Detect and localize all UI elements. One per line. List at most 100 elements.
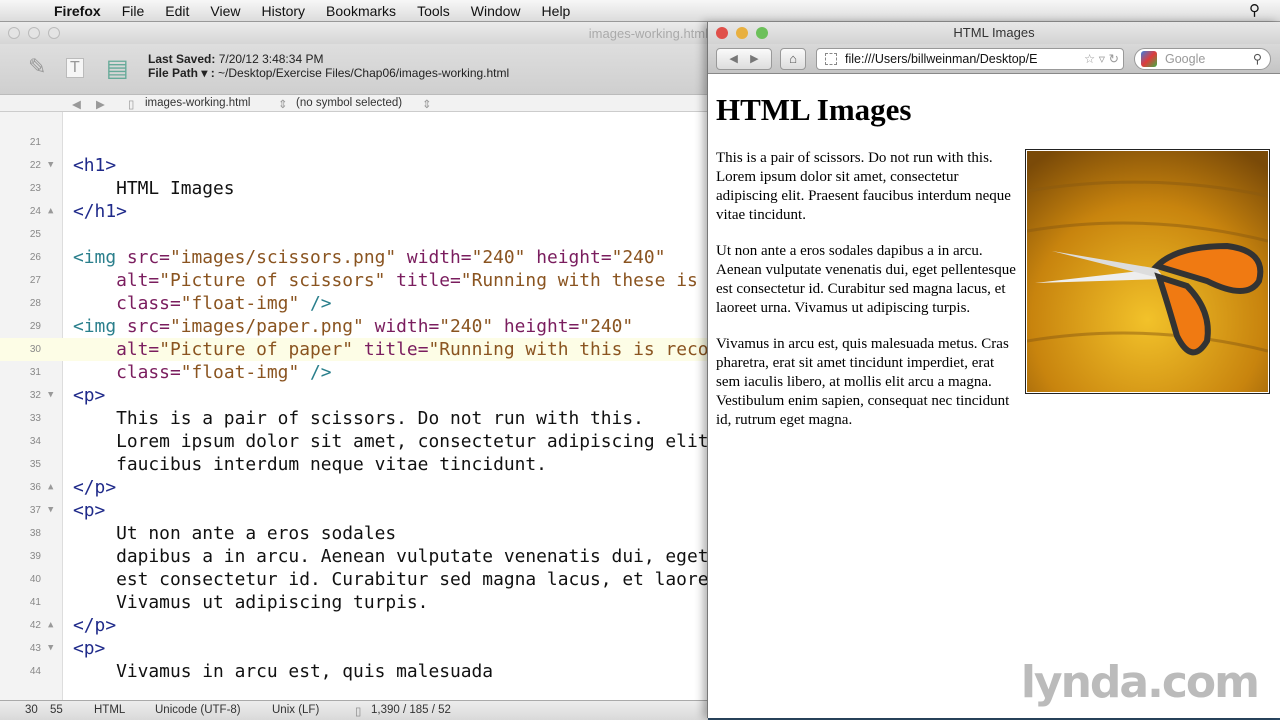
google-logo-icon[interactable] bbox=[1141, 51, 1157, 67]
menu-edit[interactable]: Edit bbox=[165, 3, 189, 19]
document-icon: ▯ bbox=[355, 706, 362, 718]
code-token-str: "Picture of paper" bbox=[159, 339, 364, 360]
code-line[interactable]: 25 bbox=[0, 223, 708, 246]
code-token-img: <img bbox=[73, 247, 127, 268]
code-line[interactable]: 37 ▼ <p> bbox=[0, 499, 708, 522]
code-token-text: This is a pair of scissors. Do not run w… bbox=[73, 408, 644, 429]
pencil-icon[interactable]: ✎ bbox=[28, 54, 46, 80]
code-token-text: Vivamus in arcu est, quis malesuada bbox=[73, 661, 494, 682]
code-area[interactable]: 21 22 ▼ <h1> 23 HTML Images 24 ▲ </h1> 25 26 <img … bbox=[0, 112, 708, 708]
code-line[interactable]: 26 <img src="images/scissors.png" width="… bbox=[0, 246, 708, 269]
menu-view[interactable]: View bbox=[210, 3, 240, 19]
code-line[interactable]: 38 Ut non ante a eros sodales bbox=[0, 522, 708, 545]
code-line[interactable]: 43 ▼ <p> bbox=[0, 637, 708, 660]
code-line[interactable]: 32 ▼ <p> bbox=[0, 384, 708, 407]
menu-app[interactable]: Firefox bbox=[54, 3, 101, 19]
code-token-str: "Running with these is bbox=[460, 270, 698, 291]
code-line[interactable]: 40 est consectetur id. Curabitur sed mag… bbox=[0, 568, 708, 591]
code-line[interactable]: 35 faucibus interdum neque vitae tincidu… bbox=[0, 453, 708, 476]
menu-tools[interactable]: Tools bbox=[417, 3, 450, 19]
syntax-selector[interactable]: HTML bbox=[94, 704, 125, 716]
reload-icon[interactable]: ↻ bbox=[1109, 52, 1119, 66]
bookmark-star-icon[interactable]: ☆ bbox=[1084, 52, 1095, 66]
scissors-image bbox=[1025, 149, 1270, 394]
code-line[interactable]: 27 alt="Picture of scissors" title="Runn… bbox=[0, 269, 708, 292]
code-line[interactable]: 34 Lorem ipsum dolor sit amet, consectet… bbox=[0, 430, 708, 453]
code-line[interactable]: 44 Vivamus in arcu est, quis malesuada bbox=[0, 660, 708, 683]
zoom-button[interactable] bbox=[48, 27, 60, 39]
fold-toggle-icon[interactable]: ▲ bbox=[48, 614, 53, 637]
code-line[interactable]: 24 ▲ </h1> bbox=[0, 200, 708, 223]
code-text: <img src="images/paper.png" width="240" … bbox=[73, 315, 633, 338]
code-token-tag: </h1> bbox=[73, 201, 127, 222]
code-line[interactable]: 23 HTML Images bbox=[0, 177, 708, 200]
close-button[interactable] bbox=[8, 27, 20, 39]
line-number: 38 bbox=[29, 528, 41, 539]
code-token-attr: title= bbox=[363, 339, 429, 360]
browser-window-title: HTML Images bbox=[953, 25, 1035, 40]
code-line[interactable]: 36 ▲ </p> bbox=[0, 476, 708, 499]
fold-toggle-icon[interactable]: ▲ bbox=[48, 200, 53, 223]
code-token-str: "240" bbox=[471, 247, 537, 268]
site-identity-icon[interactable] bbox=[825, 53, 837, 65]
menu-file[interactable]: File bbox=[122, 3, 145, 19]
close-button[interactable] bbox=[716, 27, 728, 39]
code-line[interactable]: 21 bbox=[0, 131, 708, 154]
browser-titlebar: HTML Images bbox=[708, 22, 1280, 44]
fold-toggle-icon[interactable]: ▼ bbox=[48, 499, 53, 522]
fold-toggle-icon[interactable]: ▼ bbox=[48, 384, 53, 407]
search-box[interactable]: Google ⚲ bbox=[1134, 48, 1271, 70]
code-token-attr: height= bbox=[503, 316, 580, 337]
code-line[interactable]: 29 <img src="images/paper.png" width="240… bbox=[0, 315, 708, 338]
code-token-attr: src= bbox=[126, 247, 170, 268]
menu-history[interactable]: History bbox=[261, 3, 305, 19]
code-text: HTML Images bbox=[73, 177, 235, 200]
forward-arrow-icon[interactable]: ▶ bbox=[96, 97, 105, 111]
minimize-button[interactable] bbox=[28, 27, 40, 39]
editor-window-title: images-working.html bbox=[588, 26, 708, 41]
fold-toggle-icon[interactable]: ▼ bbox=[48, 637, 53, 660]
back-arrow-icon[interactable]: ◀ bbox=[72, 97, 81, 111]
line-endings-selector[interactable]: Unix (LF) bbox=[272, 704, 319, 716]
text-format-icon[interactable]: T bbox=[66, 58, 84, 78]
url-text: file:///Users/billweinman/Desktop/E bbox=[845, 52, 1038, 66]
fold-toggle-icon[interactable]: ▲ bbox=[48, 476, 53, 499]
page-heading: HTML Images bbox=[716, 92, 912, 127]
file-path-value: ~/Desktop/Exercise Files/Chap06/images-w… bbox=[218, 66, 510, 80]
symbol-selector[interactable]: (no symbol selected) bbox=[296, 97, 402, 109]
code-line[interactable]: 42 ▲ </p> bbox=[0, 614, 708, 637]
code-line[interactable]: 33 This is a pair of scissors. Do not ru… bbox=[0, 407, 708, 430]
code-line[interactable]: 41 Vivamus ut adipiscing turpis. bbox=[0, 591, 708, 614]
code-token-str: "240" bbox=[611, 247, 666, 268]
line-number: 41 bbox=[29, 597, 41, 608]
menu-help[interactable]: Help bbox=[542, 3, 571, 19]
code-token-str: "240" bbox=[579, 316, 634, 337]
code-text: alt="Picture of paper" title="Running wi… bbox=[73, 338, 708, 361]
code-line[interactable]: 31 class="float-img" /> bbox=[0, 361, 708, 384]
minimize-button[interactable] bbox=[736, 27, 748, 39]
line-number: 43 bbox=[29, 643, 41, 654]
home-button[interactable]: ⌂ bbox=[780, 48, 806, 70]
menu-bookmarks[interactable]: Bookmarks bbox=[326, 3, 396, 19]
status-line: 30 bbox=[25, 704, 38, 716]
line-number: 36 bbox=[29, 482, 41, 493]
zoom-button[interactable] bbox=[756, 27, 768, 39]
code-line[interactable]: 22 ▼ <h1> bbox=[0, 154, 708, 177]
forward-icon[interactable]: ▶ bbox=[750, 53, 758, 65]
fold-toggle-icon[interactable]: ▼ bbox=[48, 154, 53, 177]
encoding-selector[interactable]: Unicode (UTF-8) bbox=[155, 704, 241, 716]
back-icon[interactable]: ◀ bbox=[729, 53, 737, 65]
url-bar[interactable]: file:///Users/billweinman/Desktop/E ☆ ▿ … bbox=[816, 48, 1124, 70]
file-path-label[interactable]: File Path ▾ : bbox=[148, 66, 215, 80]
dropdown-icon[interactable]: ▿ bbox=[1099, 52, 1105, 66]
file-selector[interactable]: images-working.html bbox=[145, 97, 250, 109]
menu-window[interactable]: Window bbox=[471, 3, 521, 19]
search-icon[interactable]: ⚲ bbox=[1253, 49, 1262, 69]
code-line[interactable]: 39 dapibus a in arcu. Aenean vulputate v… bbox=[0, 545, 708, 568]
code-line[interactable]: 28 class="float-img" /> bbox=[0, 292, 708, 315]
spotlight-search-icon[interactable]: ⚲ bbox=[1249, 1, 1260, 19]
back-forward-buttons[interactable]: ◀ ▶ bbox=[716, 48, 772, 70]
code-line[interactable]: 30 alt="Picture of paper" title="Running… bbox=[0, 338, 708, 361]
